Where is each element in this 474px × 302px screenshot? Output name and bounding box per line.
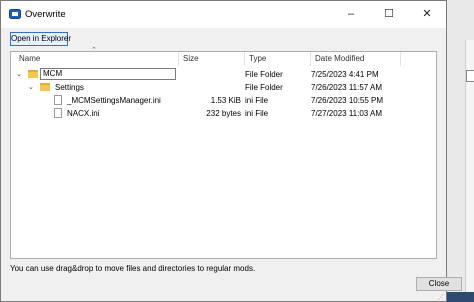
tree-row-mcm[interactable]: ⌄ MCM File Folder 7/25/2023 4:41 PM: [11, 68, 436, 81]
app-icon: [9, 9, 21, 19]
tree-row-date: 7/26/2023 10:55 PM: [311, 96, 384, 105]
tree-row-nacx[interactable]: NACX.ini 232 bytes ini File 7/27/2023 11…: [11, 107, 436, 120]
tree-row-name: NACX.ini: [67, 109, 100, 118]
maximize-button[interactable]: ☐: [370, 1, 408, 28]
expand-chevron-icon[interactable]: ⌄: [16, 68, 22, 81]
folder-icon: [28, 70, 38, 78]
column-header-size[interactable]: Size: [179, 52, 245, 66]
background-taskbar-edge: [447, 292, 474, 302]
expand-chevron-icon[interactable]: ⌄: [28, 81, 34, 94]
file-icon: [54, 108, 62, 118]
tree-row-settings[interactable]: ⌄ Settings File Folder 7/26/2023 11:57 A…: [11, 81, 436, 94]
overwrite-dialog: Overwrite – ☐ ✕ Open in Explorer ⌃ Name …: [0, 0, 462, 302]
status-text: You can use drag&drop to move files and …: [10, 264, 256, 273]
tree-row-type: ini File: [245, 96, 269, 105]
tree-row-type: ini File: [245, 109, 269, 118]
title-bar: Overwrite – ☐ ✕: [1, 1, 446, 28]
column-header-type[interactable]: Type: [245, 52, 311, 66]
column-header-date[interactable]: Date Modified: [311, 52, 401, 66]
tree-row-name: Settings: [55, 83, 84, 92]
minimize-button[interactable]: –: [332, 1, 370, 28]
background-window: [447, 0, 474, 302]
resize-grip-icon[interactable]: ⋰: [438, 294, 445, 301]
tree-row-name: _MCMSettingsManager.ini: [67, 96, 161, 105]
file-tree[interactable]: Name Size Type Date Modified ⌄ MCM File …: [10, 51, 437, 259]
tree-row-date: 7/27/2023 11:03 AM: [311, 109, 383, 118]
open-in-explorer-button[interactable]: Open in Explorer: [10, 32, 71, 46]
tree-row-date: 7/26/2023 11:57 AM: [311, 83, 383, 92]
tree-row-name: MCM: [43, 69, 63, 78]
tree-row-size: 1.53 KiB: [210, 96, 241, 105]
tree-row-size: 232 bytes: [206, 109, 241, 118]
tree-row-type: File Folder: [245, 70, 283, 79]
close-window-button[interactable]: ✕: [408, 1, 446, 28]
window-title: Overwrite: [25, 9, 66, 20]
column-header-name[interactable]: Name: [11, 52, 179, 66]
background-checkbox: [466, 70, 474, 82]
folder-icon: [40, 83, 50, 91]
tree-row-date: 7/25/2023 4:41 PM: [311, 70, 379, 79]
tree-row-mcmsettingsmanager[interactable]: _MCMSettingsManager.ini 1.53 KiB ini Fil…: [11, 94, 436, 107]
tree-row-type: File Folder: [245, 83, 283, 92]
close-button[interactable]: Close: [416, 277, 462, 291]
rename-input[interactable]: MCM: [40, 68, 176, 80]
file-icon: [54, 95, 62, 105]
